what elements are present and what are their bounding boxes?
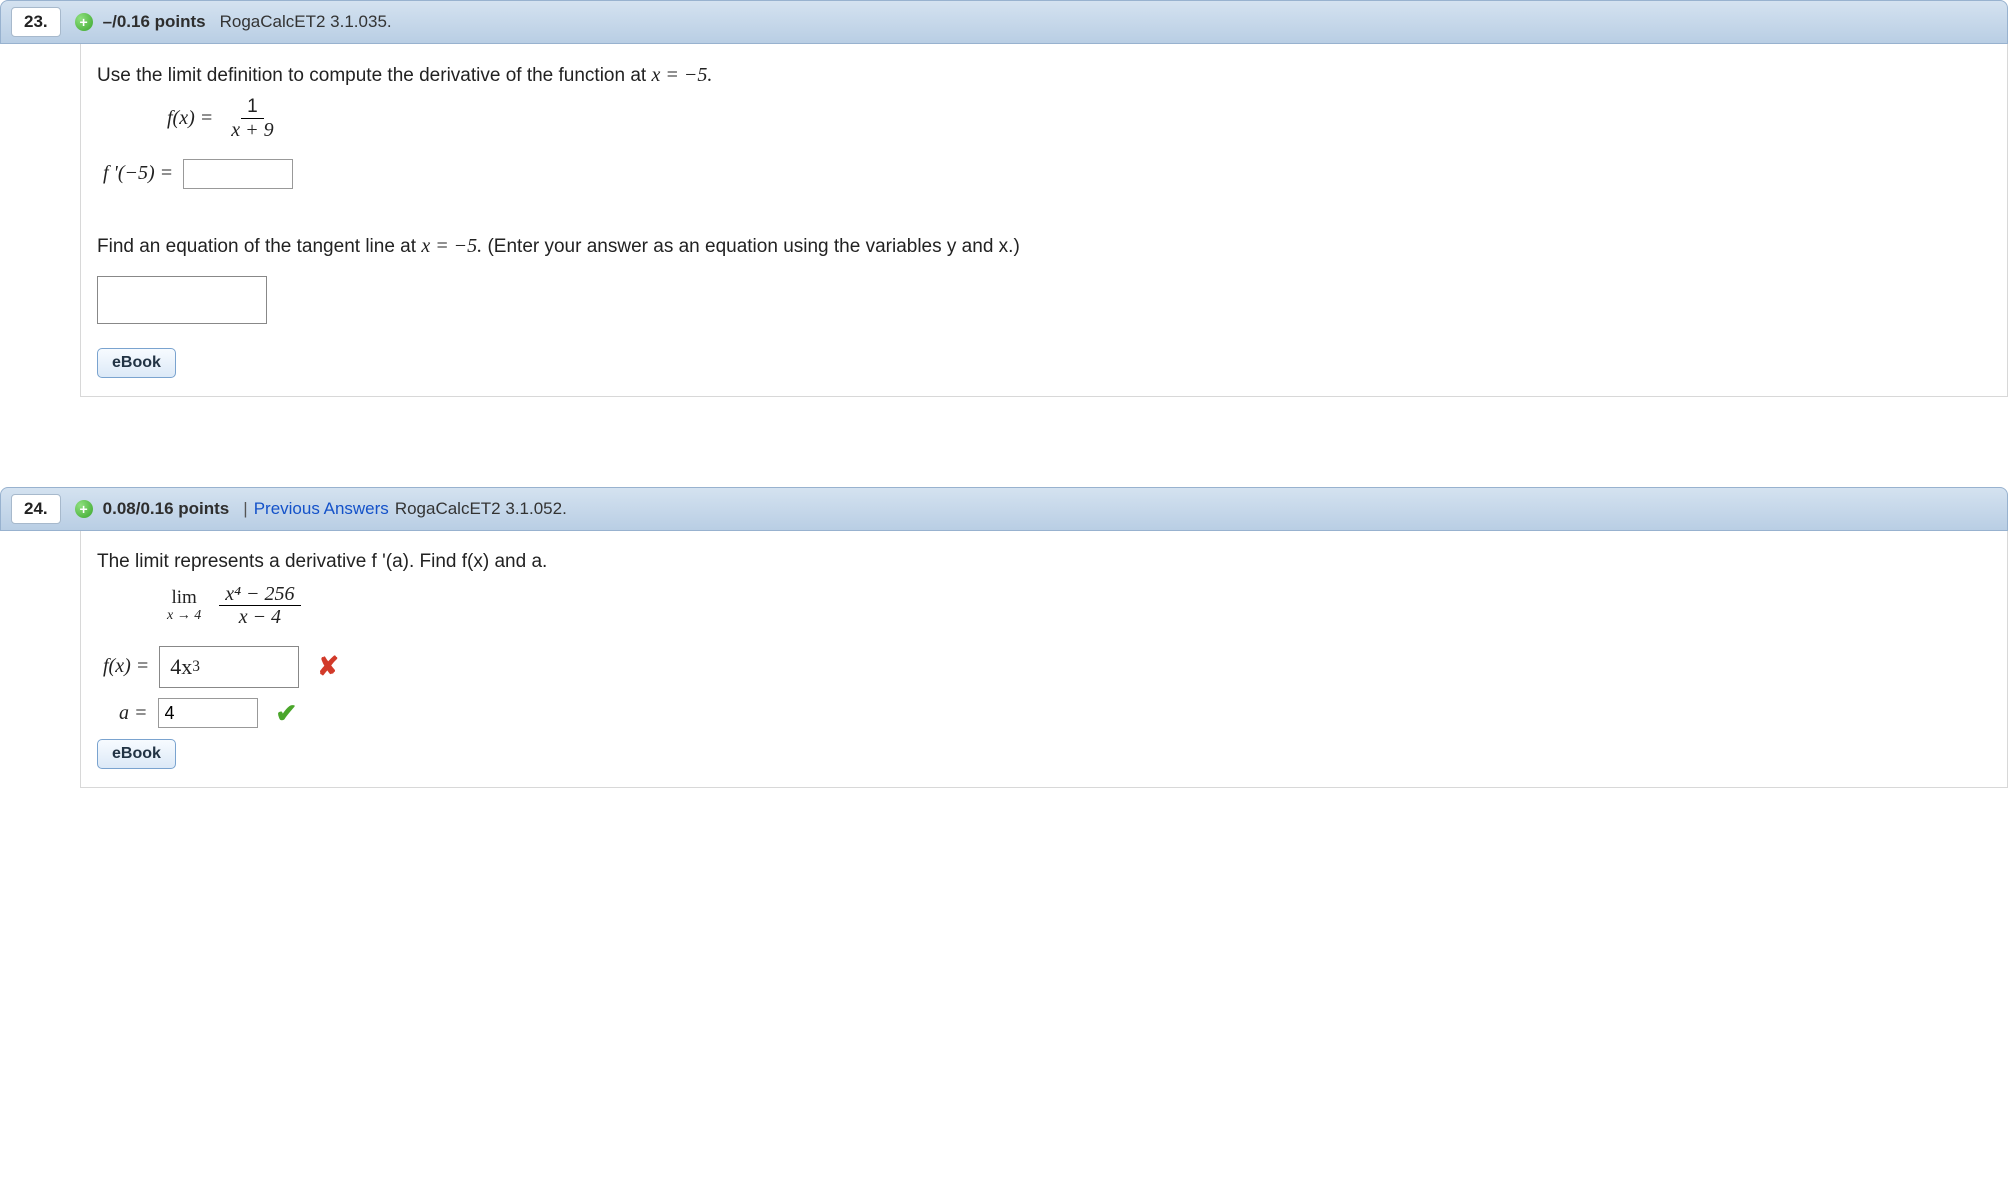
ebook-button[interactable]: eBook [97,739,176,769]
instr-b-pre: Find an equation of the tangent line at [97,236,421,257]
question-23: 23. + –/0.16 points RogaCalcET2 3.1.035.… [0,0,2008,397]
question-body: The limit represents a derivative f '(a)… [80,531,2008,788]
tangent-line-input[interactable] [97,276,267,324]
instr-24: The limit represents a derivative f '(a)… [97,551,547,572]
question-number: 23. [11,7,61,37]
instruction-text-b: Find an equation of the tangent line at … [97,235,1991,258]
ebook-button[interactable]: eBook [97,348,176,378]
question-body: Use the limit definition to compute the … [80,44,2008,397]
question-24: 24. + 0.08/0.16 points | Previous Answer… [0,487,2008,788]
lim-bot: x → 4 [167,609,201,623]
instr-b-x: x = −5. [421,235,482,257]
fx-row: f(x) = 4x3 ✘ [103,646,1991,688]
func-lhs: f(x) = [167,107,213,130]
frac-num: x⁴ − 256 [219,583,300,606]
limit-symbol: lim x → 4 [167,588,201,623]
reference-label: RogaCalcET2 3.1.035. [220,12,392,32]
frac-num: 1 [241,97,264,119]
frac-den: x − 4 [233,606,287,628]
fx-value: 4x [170,654,192,680]
instruction-math: x = −5. [651,64,712,86]
instruction-text: The limit represents a derivative f '(a)… [97,551,1991,573]
reference-label: RogaCalcET2 3.1.052. [395,499,567,519]
wrong-icon: ✘ [317,651,339,682]
question-number: 24. [11,494,61,524]
expand-icon[interactable]: + [75,500,93,518]
points-label: 0.08/0.16 points [103,499,230,519]
fprime-input[interactable] [183,159,293,189]
instr-b-post: (Enter your answer as an equation using … [487,236,1019,257]
instruction-text: Use the limit definition to compute the … [97,64,1991,87]
a-input[interactable] [158,698,258,728]
fx-answer[interactable]: 4x3 [159,646,299,688]
question-header: 23. + –/0.16 points RogaCalcET2 3.1.035. [0,0,2008,44]
frac-den: x + 9 [225,119,279,141]
fx-label: f(x) = [103,655,149,678]
fprime-row: f '(−5) = [103,159,1991,189]
a-label: a = [119,702,148,725]
lim-top: lim [171,588,196,607]
instruction-part-a: Use the limit definition to compute the … [97,65,651,86]
correct-icon: ✔ [276,698,298,729]
previous-answers-link[interactable]: Previous Answers [254,499,389,519]
fraction: 1 x + 9 [225,97,279,141]
a-row: a = ✔ [119,698,1991,729]
fprime-label: f '(−5) = [103,162,173,185]
expand-icon[interactable]: + [75,13,93,31]
points-label: –/0.16 points [103,12,206,32]
function-definition: f(x) = 1 x + 9 [167,97,1991,141]
fx-exp: 3 [192,658,200,676]
fraction: x⁴ − 256 x − 4 [219,583,300,628]
question-header: 24. + 0.08/0.16 points | Previous Answer… [0,487,2008,531]
limit-expression: lim x → 4 x⁴ − 256 x − 4 [167,583,1991,628]
divider: | [243,499,247,519]
